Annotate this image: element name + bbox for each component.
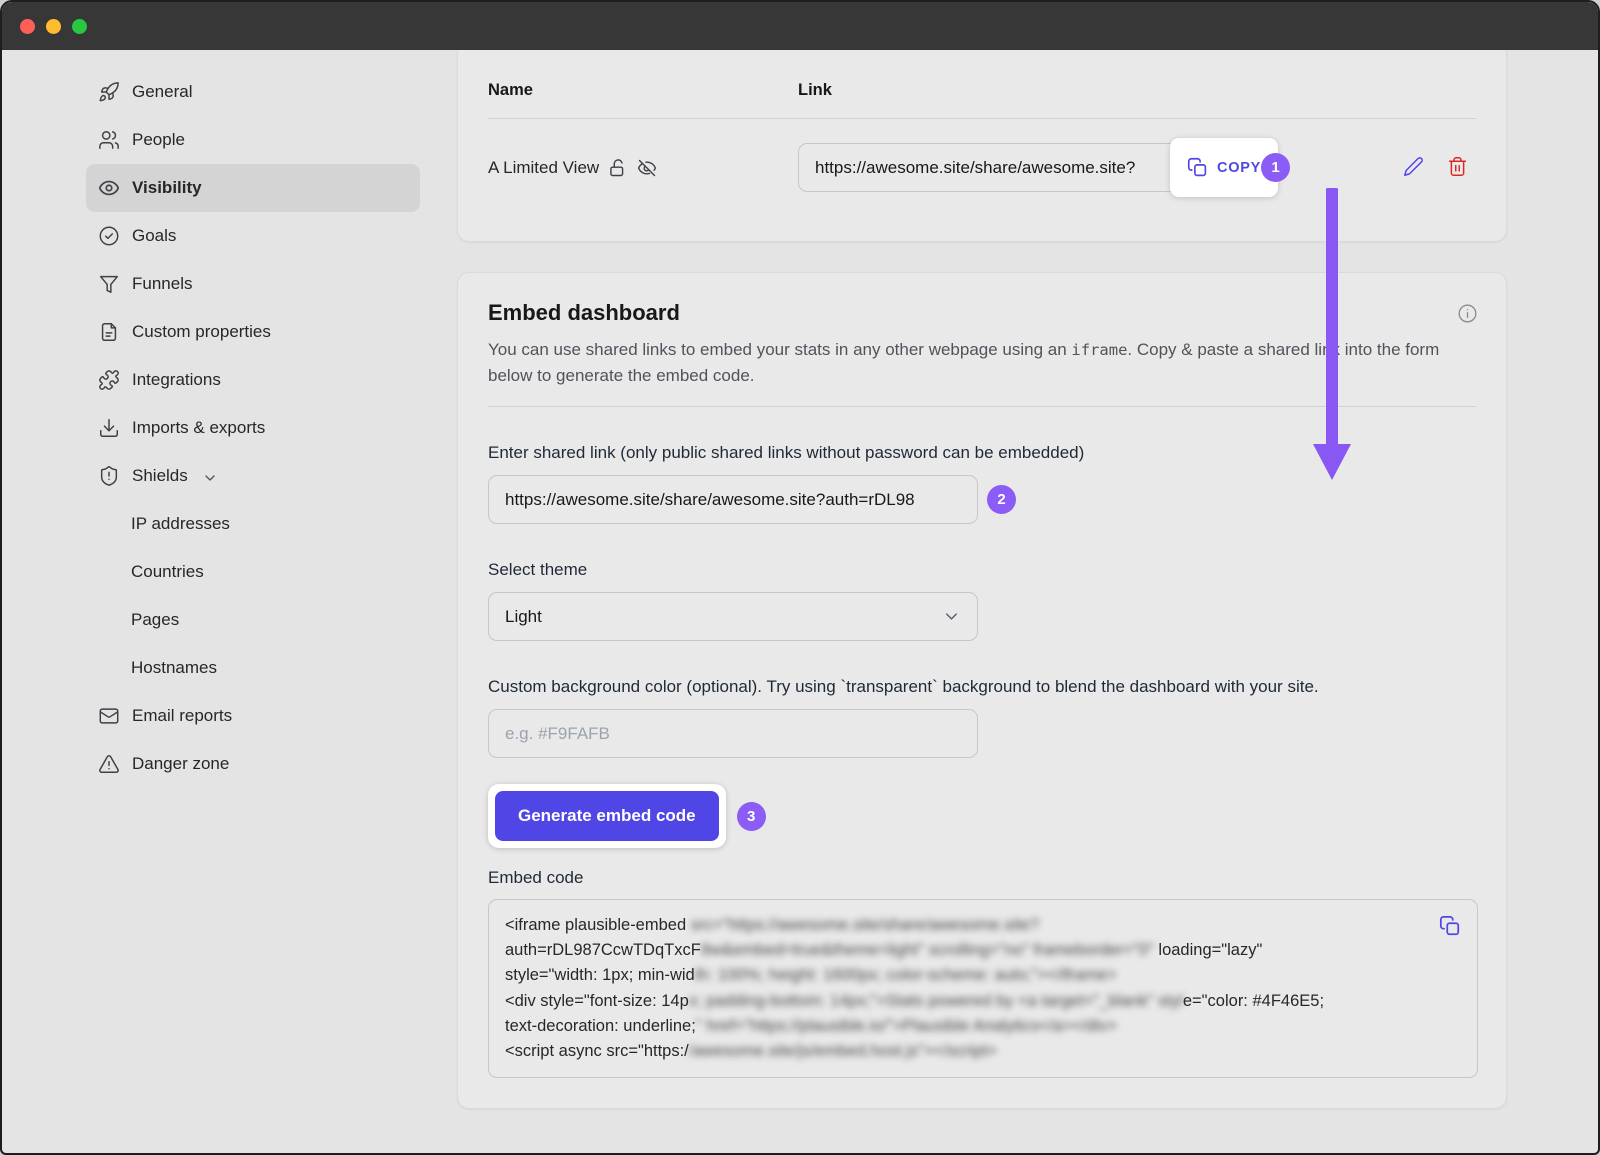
code-line: style="width: 1px; min-width: 100%; heig… — [505, 963, 1429, 988]
sidebar-item-goals[interactable]: Goals — [86, 212, 420, 260]
sidebar-item-label: IP addresses — [131, 514, 230, 534]
download-icon — [98, 417, 120, 439]
shared-link-field-label: Enter shared link (only public shared li… — [488, 441, 1476, 465]
warning-icon — [98, 753, 120, 775]
section-divider — [488, 406, 1476, 407]
copy-embed-code-icon[interactable] — [1439, 915, 1461, 937]
generate-button-highlight: Generate embed code — [488, 784, 726, 848]
funnel-icon — [98, 273, 120, 295]
copy-button-label: COPY — [1217, 160, 1261, 176]
code-line: <script async src="https://awesome.site/… — [505, 1039, 1429, 1064]
table-divider — [488, 118, 1476, 119]
theme-select-value: Light — [505, 607, 542, 627]
shared-link-name: A Limited View — [488, 158, 599, 178]
chevron-down-icon — [942, 607, 961, 626]
embed-dashboard-card: Embed dashboard You can use shared links… — [457, 272, 1507, 1109]
app-window: General People Visibility Goals Funnels — [0, 0, 1600, 1155]
sidebar-item-label: Email reports — [132, 706, 232, 726]
sidebar-item-label: Custom properties — [132, 322, 271, 342]
embed-description: You can use shared links to embed your s… — [488, 337, 1448, 389]
sidebar-item-label: People — [132, 130, 185, 150]
shared-link-row: A Limited View COPY 1 — [488, 143, 1476, 192]
sidebar-item-label: Danger zone — [132, 754, 229, 774]
row-actions — [1403, 156, 1468, 177]
rocket-icon — [98, 81, 120, 103]
shared-link-url-input[interactable] — [798, 143, 1178, 192]
column-header-name: Name — [488, 80, 798, 100]
puzzle-icon — [98, 369, 120, 391]
sidebar-item-visibility[interactable]: Visibility — [86, 164, 420, 212]
step-badge-1: 1 — [1261, 153, 1290, 182]
eye-icon — [98, 177, 120, 199]
sidebar-item-label: Hostnames — [131, 658, 217, 678]
sidebar-item-label: Shields — [132, 466, 188, 486]
column-header-link: Link — [798, 80, 832, 100]
titlebar — [2, 2, 1598, 50]
embed-code-textarea[interactable]: <iframe plausible-embed src="https://awe… — [488, 899, 1478, 1078]
theme-select[interactable]: Light — [488, 592, 978, 641]
document-icon — [98, 321, 120, 343]
settings-sidebar: General People Visibility Goals Funnels — [2, 50, 442, 1155]
embed-code-label: Embed code — [488, 866, 1476, 890]
sidebar-item-label: Funnels — [132, 274, 192, 294]
users-icon — [98, 129, 120, 151]
background-color-input[interactable] — [488, 709, 978, 758]
embed-dashboard-title: Embed dashboard — [488, 299, 1476, 327]
sidebar-item-countries[interactable]: Countries — [86, 548, 420, 596]
shared-link-cell: COPY 1 — [798, 143, 1178, 192]
description-text: You can use shared links to embed your s… — [488, 340, 1071, 359]
code-line: auth=rDL987CcwTDqTxcF9w&embed=true&theme… — [505, 938, 1429, 963]
sidebar-item-people[interactable]: People — [86, 116, 420, 164]
minimize-window-button[interactable] — [46, 19, 61, 34]
check-circle-icon — [98, 225, 120, 247]
description-code: iframe — [1071, 341, 1127, 359]
sidebar-item-pages[interactable]: Pages — [86, 596, 420, 644]
sidebar-item-funnels[interactable]: Funnels — [86, 260, 420, 308]
sidebar-item-custom-properties[interactable]: Custom properties — [86, 308, 420, 356]
envelope-icon — [98, 705, 120, 727]
sidebar-item-label: Goals — [132, 226, 176, 246]
main-content: Name Link A Limited View COPY — [442, 50, 1598, 1155]
sidebar-item-hostnames[interactable]: Hostnames — [86, 644, 420, 692]
sidebar-item-label: General — [132, 82, 192, 102]
sidebar-item-label: Imports & exports — [132, 418, 265, 438]
sidebar-item-email-reports[interactable]: Email reports — [86, 692, 420, 740]
sidebar-item-label: Countries — [131, 562, 204, 582]
zoom-window-button[interactable] — [72, 19, 87, 34]
sidebar-item-label: Pages — [131, 610, 179, 630]
code-line: text-decoration: underline;" href="https… — [505, 1014, 1429, 1039]
chevron-down-icon — [202, 470, 218, 486]
sidebar-item-label: Visibility — [132, 178, 202, 198]
sidebar-item-imports-exports[interactable]: Imports & exports — [86, 404, 420, 452]
shared-links-table-header: Name Link — [488, 80, 1476, 100]
generate-embed-code-button[interactable]: Generate embed code — [495, 791, 719, 841]
delete-icon[interactable] — [1447, 156, 1468, 177]
sidebar-item-general[interactable]: General — [86, 68, 420, 116]
sidebar-item-integrations[interactable]: Integrations — [86, 356, 420, 404]
info-icon[interactable] — [1457, 303, 1478, 324]
sidebar-item-shields[interactable]: Shields — [86, 452, 420, 500]
theme-field-label: Select theme — [488, 558, 1476, 582]
step-badge-2: 2 — [987, 485, 1016, 514]
sidebar-item-ip-addresses[interactable]: IP addresses — [86, 500, 420, 548]
edit-icon[interactable] — [1403, 156, 1424, 177]
step-badge-3: 3 — [737, 802, 766, 831]
code-line: <iframe plausible-embed src="https://awe… — [505, 913, 1429, 938]
copy-icon — [1187, 157, 1208, 178]
unlock-icon — [608, 158, 628, 178]
background-color-field-label: Custom background color (optional). Try … — [488, 675, 1476, 699]
code-line: <div style="font-size: 14px; padding-bot… — [505, 989, 1429, 1014]
shield-icon — [98, 465, 120, 487]
eye-off-icon — [637, 158, 657, 178]
close-window-button[interactable] — [20, 19, 35, 34]
sidebar-item-danger-zone[interactable]: Danger zone — [86, 740, 420, 788]
shared-links-card: Name Link A Limited View COPY — [457, 50, 1507, 242]
shared-link-name-cell: A Limited View — [488, 158, 798, 178]
sidebar-item-label: Integrations — [132, 370, 221, 390]
embed-shared-link-input[interactable] — [488, 475, 978, 524]
